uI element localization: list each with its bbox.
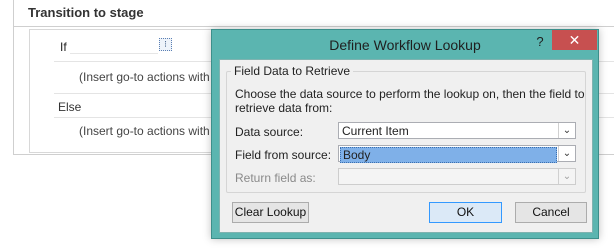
field-from-source-value: Body xyxy=(340,147,557,163)
if-actions-hint[interactable]: (Insert go-to actions with co xyxy=(79,70,226,84)
clear-lookup-button[interactable]: Clear Lookup xyxy=(232,202,309,223)
stage-title: Transition to stage xyxy=(28,5,144,20)
data-source-select[interactable]: Current Item ⌄ xyxy=(338,122,576,139)
chevron-down-icon: ⌄ xyxy=(558,169,575,184)
else-label: Else xyxy=(58,100,82,114)
chevron-down-icon[interactable]: ⌄ xyxy=(558,146,575,161)
expression-builder-icon[interactable]: ⁝ xyxy=(159,38,172,51)
cancel-button[interactable]: Cancel xyxy=(515,202,587,223)
return-field-select: ⌄ xyxy=(338,168,576,185)
dialog-content: Field Data to Retrieve Choose the data s… xyxy=(219,59,593,233)
instruction-text: Choose the data source to perform the lo… xyxy=(235,87,585,115)
close-icon: ✕ xyxy=(568,32,581,48)
define-workflow-lookup-dialog: Define Workflow Lookup ? ✕ Field Data to… xyxy=(211,29,599,239)
else-actions-hint[interactable]: (Insert go-to actions with co xyxy=(79,124,226,138)
if-label: If xyxy=(60,40,67,54)
help-button[interactable]: ? xyxy=(530,33,550,51)
stage-divider xyxy=(14,26,614,27)
field-data-group: Field Data to Retrieve Choose the data s… xyxy=(226,64,586,193)
field-from-source-label: Field from source: xyxy=(235,148,332,162)
group-title: Field Data to Retrieve xyxy=(231,64,354,78)
data-source-value: Current Item xyxy=(342,124,409,138)
ok-button[interactable]: OK xyxy=(429,202,502,223)
close-button[interactable]: ✕ xyxy=(552,30,597,50)
if-condition-field[interactable] xyxy=(70,38,158,54)
return-field-label: Return field as: xyxy=(235,171,316,185)
field-from-source-select[interactable]: Body ⌄ xyxy=(338,145,576,163)
chevron-down-icon[interactable]: ⌄ xyxy=(558,123,575,138)
data-source-label: Data source: xyxy=(235,125,304,139)
